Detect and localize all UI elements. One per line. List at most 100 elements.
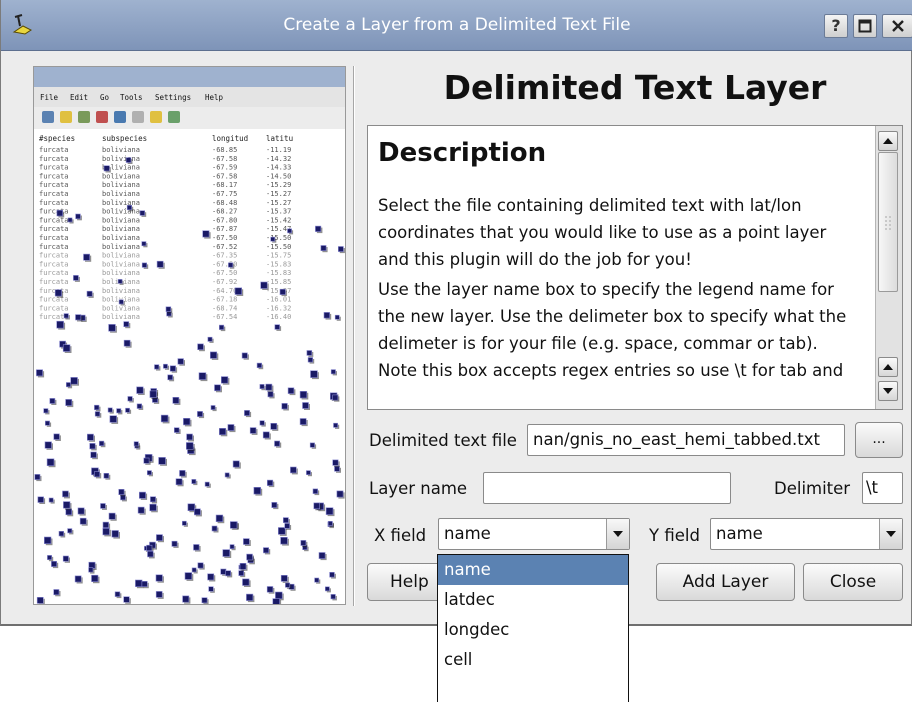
scroll-thumb[interactable] [878,152,898,292]
preview-cell: -67.50 [212,234,237,242]
preview-cell: boliviana [102,304,140,312]
preview-point [44,441,52,449]
preview-point [318,552,326,559]
preview-point [49,398,56,404]
preview-cell: furcata [39,278,69,286]
preview-cell: -16.32 [266,304,291,312]
preview-point [107,407,113,413]
preview-cell: -15.50 [266,243,291,251]
preview-point [270,236,276,242]
preview-cell: boliviana [102,208,140,216]
preview-point [267,391,274,398]
preview-point [146,544,153,552]
preview-point [302,402,309,409]
help-window-button[interactable]: ? [824,14,848,38]
preview-point [201,597,208,604]
preview-cell: boliviana [102,181,140,189]
preview-point [287,387,295,394]
preview-point [147,550,154,558]
preview-point [118,488,125,495]
delimiter-label: Delimiter [774,479,851,498]
preview-point [334,465,340,472]
preview-point [65,382,71,388]
preview-point [51,560,57,567]
preview-point [238,570,244,576]
preview-column-header: longitud [212,134,248,143]
preview-point [154,364,160,370]
layer-name-input[interactable] [483,472,731,504]
preview-point [133,441,139,447]
preview-point [310,370,318,378]
add-layer-button[interactable]: Add Layer [656,563,795,601]
preview-point [211,525,218,532]
preview-point [221,376,229,384]
dropdown-option-cell[interactable]: cell [438,645,628,675]
chevron-down-icon[interactable] [606,519,629,549]
preview-cell: furcata [39,225,69,233]
close-button[interactable]: Close [803,563,903,601]
description-panel[interactable]: Description Select the file containing d… [367,125,903,410]
preview-point [287,228,292,234]
preview-cell: -68.27 [212,208,237,216]
preview-cell: boliviana [102,243,140,251]
page-heading: Delimited Text Layer [443,68,827,107]
preview-point [306,470,311,476]
preview-point [274,440,280,447]
close-window-button[interactable] [882,14,912,38]
preview-point [194,508,201,516]
preview-point [147,470,152,476]
x-field-dropdown-list[interactable]: name latdec longdec cell [437,554,629,702]
preview-point [103,472,110,479]
preview-cell: furcata [39,181,69,189]
preview-point [259,384,265,389]
title-bar[interactable]: Create a Layer from a Delimited Text Fil… [1,0,912,51]
x-field-select[interactable]: name [438,518,630,550]
arrow-up-icon [883,364,893,370]
browse-button[interactable]: ... [855,422,903,458]
preview-cell: furcata [39,164,69,172]
preview-point [239,562,247,570]
preview-point [262,431,270,439]
preview-point [155,574,163,582]
preview-point [123,321,130,328]
delimiter-input[interactable]: \t [862,472,903,504]
preview-point [267,479,274,486]
description-scrollbar[interactable] [875,126,902,409]
dropdown-option-latdec[interactable]: latdec [438,585,628,615]
preview-cell: -11.19 [266,146,291,154]
preview-cell: -67.87 [212,225,237,233]
preview-point [163,363,168,369]
preview-point [271,502,278,508]
preview-point [89,443,96,450]
preview-point [198,372,207,380]
preview-point [241,352,248,359]
dropdown-option-name[interactable]: name [438,555,628,585]
preview-point [75,314,82,321]
preview-point [332,459,339,466]
preview-point [125,157,132,163]
preview-point [215,514,224,522]
preview-point [182,595,190,603]
preview-point [243,538,250,545]
preview-point [53,433,60,440]
preview-point [197,343,204,350]
scroll-down-button[interactable] [878,381,898,401]
chevron-down-icon[interactable] [879,519,902,549]
preview-point [314,577,320,583]
preview-cell: -67.59 [212,164,237,172]
preview-point [300,540,307,546]
preview-point [184,572,193,580]
file-path-input[interactable]: nan/gnis_no_east_hemi_tabbed.txt [527,424,845,456]
grip-icon [885,216,891,230]
dropdown-option-longdec[interactable]: longdec [438,615,628,645]
maximize-button[interactable] [853,14,877,38]
preview-point [337,246,344,252]
preview-point [197,411,203,417]
splitter[interactable] [353,66,355,606]
scroll-up-button-2[interactable] [878,357,898,377]
preview-point [74,575,82,583]
preview-point [263,547,269,554]
scroll-up-button[interactable] [878,131,898,151]
y-field-select[interactable]: name [710,518,903,550]
preview-cell: -15.75 [266,252,291,260]
